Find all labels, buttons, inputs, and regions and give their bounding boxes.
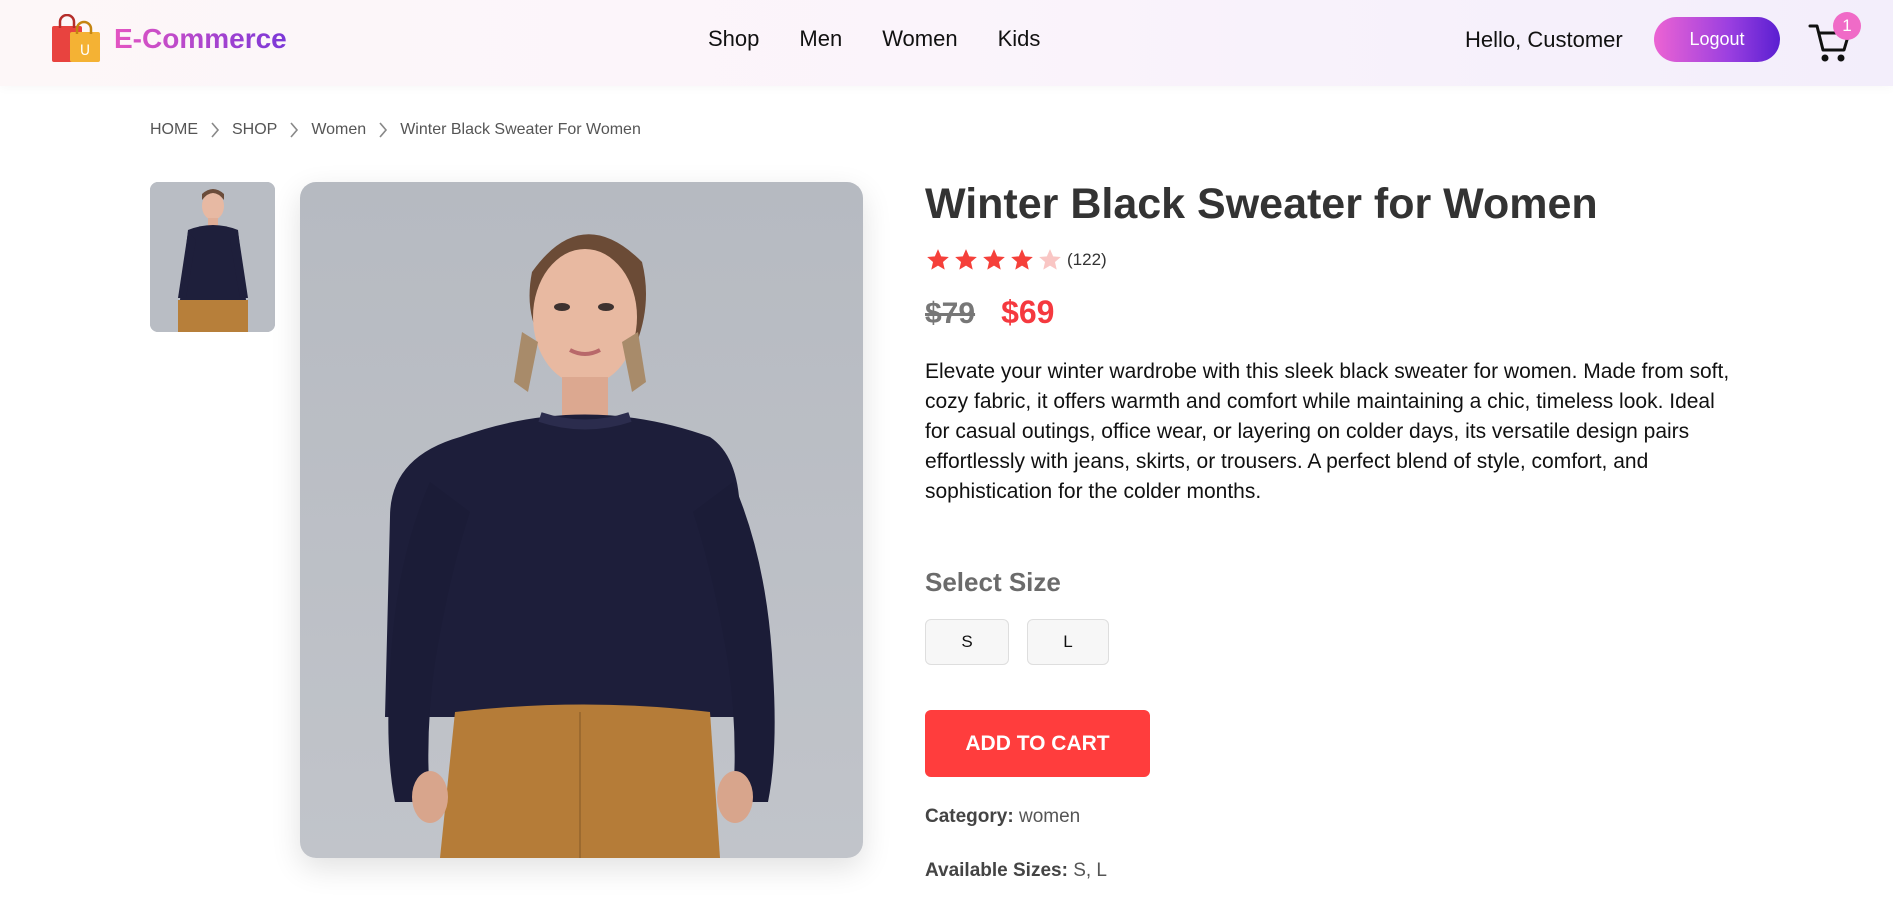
star-icon [983, 249, 1005, 270]
star-icon [927, 249, 949, 270]
category-value: women [1018, 806, 1081, 827]
category-info: Category: women [925, 806, 1080, 828]
star-empty-icon [1039, 249, 1061, 270]
cart-button[interactable]: 1 [1808, 12, 1861, 62]
nav-men[interactable]: Men [799, 26, 842, 52]
breadcrumb: HOME SHOP Women Winter Black Sweater For… [150, 121, 641, 139]
shopping-bags-icon: U [50, 13, 102, 64]
nav-kids[interactable]: Kids [998, 26, 1041, 52]
category-label: Category: [925, 806, 1014, 827]
breadcrumb-shop[interactable]: SHOP [232, 121, 277, 139]
product-description: Elevate your winter wardrobe with this s… [925, 360, 1730, 503]
star-icon [955, 249, 977, 270]
price-block: $79 $69 [925, 294, 1054, 331]
size-option-l[interactable]: L [1027, 619, 1109, 665]
add-to-cart-button[interactable]: ADD TO CART [925, 710, 1150, 777]
breadcrumb-home[interactable]: HOME [150, 121, 198, 139]
product-main-image [300, 182, 863, 858]
size-option-s[interactable]: S [925, 619, 1009, 665]
nav-women[interactable]: Women [882, 26, 957, 52]
logo[interactable]: U E-Commerce [50, 13, 287, 64]
logout-button[interactable]: Logout [1654, 17, 1780, 62]
nav-shop[interactable]: Shop [708, 26, 759, 52]
star-rating: (122) [925, 247, 1107, 273]
breadcrumb-current: Winter Black Sweater For Women [400, 121, 641, 138]
svg-text:U: U [80, 43, 90, 59]
product-thumbnail[interactable] [150, 182, 275, 332]
cart-count-badge: 1 [1833, 12, 1861, 40]
available-sizes-info: Available Sizes: S, L [925, 860, 1107, 882]
size-options: S L [925, 619, 1109, 665]
breadcrumb-women[interactable]: Women [311, 121, 366, 139]
star-icon [1011, 249, 1033, 270]
original-price: $79 [925, 297, 976, 330]
user-greeting: Hello, Customer [1465, 27, 1623, 52]
top-navbar: U E-Commerce Shop Men Women Kids Hello, … [0, 0, 1893, 86]
product-title: Winter Black Sweater for Women [925, 180, 1598, 228]
chevron-right-icon [289, 121, 299, 139]
chevron-right-icon [210, 121, 220, 139]
select-size-label: Select Size [925, 567, 1061, 597]
main-nav: Shop Men Women Kids [708, 26, 1040, 52]
review-count: (122) [1067, 250, 1107, 269]
sale-price: $69 [1001, 294, 1055, 330]
available-sizes-label: Available Sizes: [925, 860, 1068, 881]
available-sizes-value: S, L [1073, 860, 1108, 881]
logo-text[interactable]: E-Commerce [114, 23, 287, 55]
chevron-right-icon [378, 121, 388, 139]
